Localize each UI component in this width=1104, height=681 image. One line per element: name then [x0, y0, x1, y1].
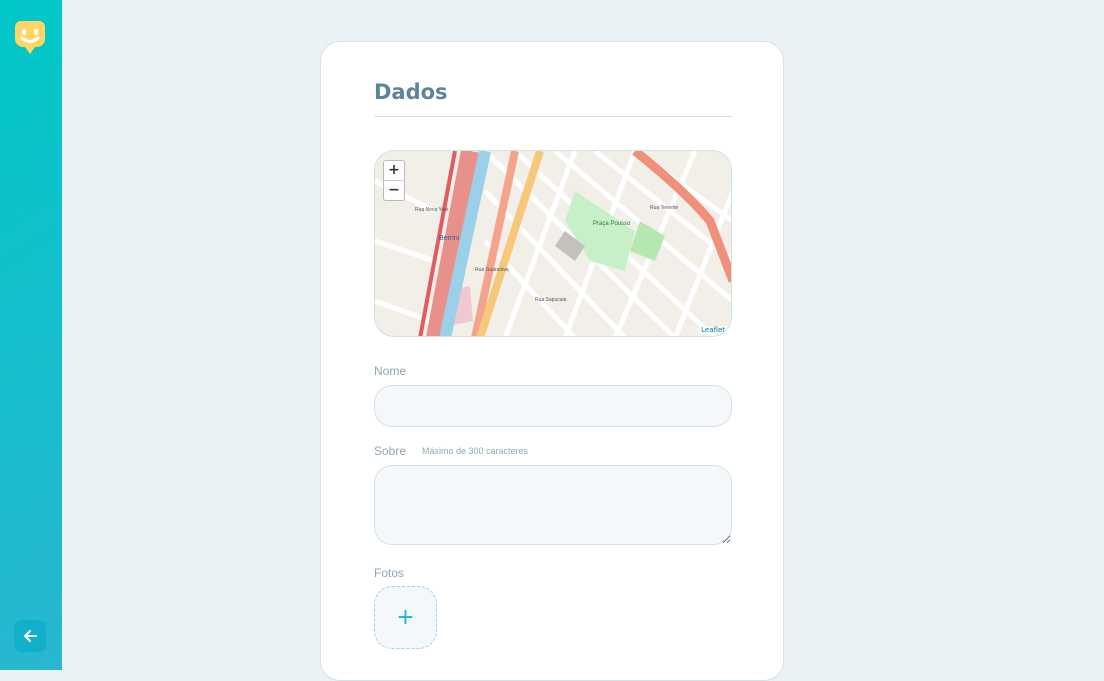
nome-input[interactable] — [374, 385, 732, 427]
sidebar — [0, 0, 62, 670]
zoom-out-button[interactable]: − — [384, 180, 404, 200]
map-tiles: Berrini Rua Guaraiúva Rua Nova York Praç… — [375, 151, 731, 336]
happy-face-pin-icon[interactable] — [13, 19, 47, 57]
location-map[interactable]: Berrini Rua Guaraiúva Rua Nova York Praç… — [374, 150, 732, 337]
add-photo-button[interactable]: + — [374, 586, 437, 649]
map-label-street: Rua Nova York — [415, 207, 449, 213]
map-label-street: Rua Guaraiúva — [475, 267, 509, 273]
sobre-textarea[interactable] — [374, 465, 732, 545]
sobre-label: Sobre — [374, 444, 407, 458]
arrow-left-icon — [24, 630, 37, 642]
map-label-street: Rua Tenente — [650, 205, 678, 211]
map-label-park: Praça Pousso — [593, 221, 631, 227]
back-button[interactable] — [14, 620, 46, 652]
form-legend: Dados — [374, 80, 732, 117]
plus-icon: + — [396, 605, 415, 630]
fotos-label: Fotos — [374, 566, 405, 580]
nome-label: Nome — [374, 364, 407, 378]
map-attribution[interactable]: Leaflet — [699, 326, 727, 334]
zoom-control: + − — [383, 160, 405, 201]
map-label-street: Rua Sapucaia — [535, 297, 567, 303]
zoom-in-button[interactable]: + — [384, 161, 404, 180]
sobre-hint: Máximo de 300 caracteres — [422, 446, 529, 456]
map-label-berrini: Berrini — [439, 235, 460, 242]
create-orphanage-form: Dados Berrini Rua Guaraiúva Rua Nova Yor… — [320, 41, 784, 681]
